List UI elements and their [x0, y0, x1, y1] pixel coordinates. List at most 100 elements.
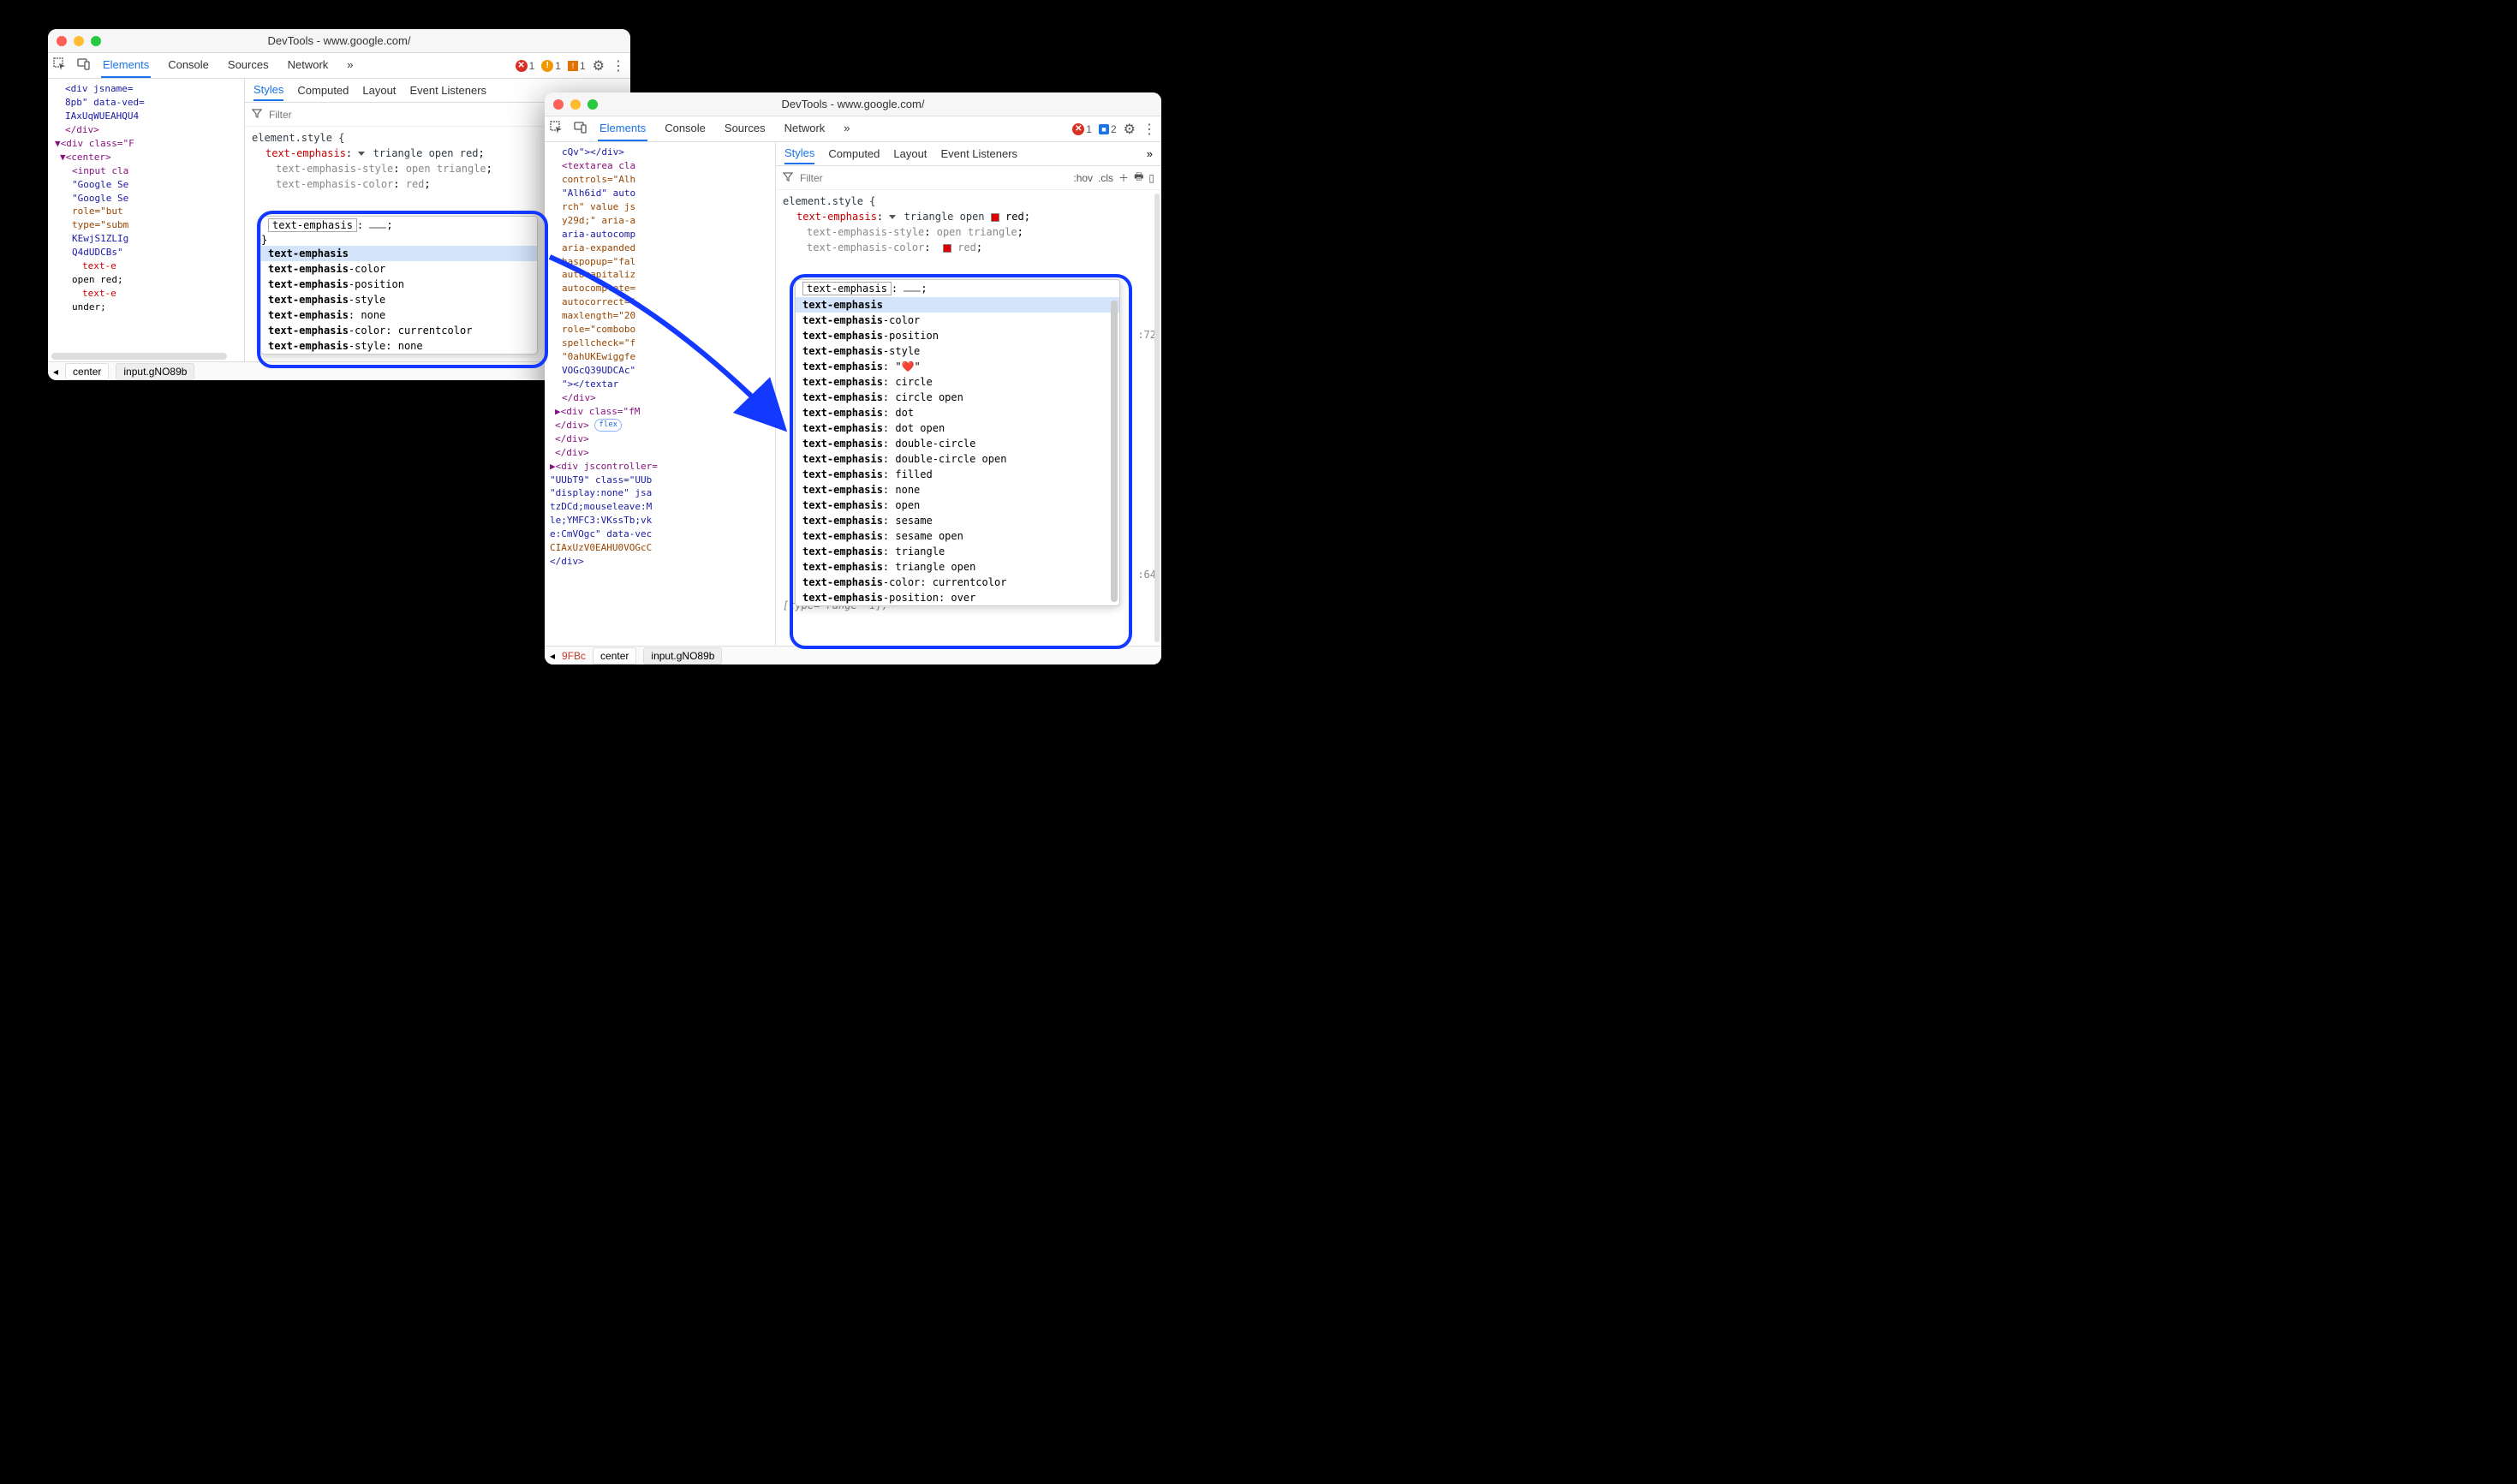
more-icon[interactable]: ⋮: [611, 57, 625, 74]
sub-tab-styles[interactable]: Styles: [784, 143, 814, 164]
autocomplete-item[interactable]: text-emphasis-style: none: [261, 338, 537, 354]
dom-line: ▶<div jscontroller=: [548, 460, 775, 474]
dom-line: tzDCd;mouseleave:M: [548, 500, 775, 514]
dom-line: <textarea cla: [548, 159, 775, 173]
dom-line: autocapitaliz: [548, 268, 775, 282]
css-property-input[interactable]: text-emphasis: ;: [796, 280, 1119, 297]
settings-icon[interactable]: ⚙: [1124, 121, 1136, 138]
more-icon[interactable]: ⋮: [1142, 121, 1156, 138]
css-property-input[interactable]: text-emphasis: ;: [261, 217, 537, 234]
dom-line: aria-autocomp: [548, 228, 775, 241]
autocomplete-item[interactable]: text-emphasis-position: over: [796, 590, 1119, 605]
autocomplete-item[interactable]: text-emphasis: circle: [796, 374, 1119, 390]
autocomplete-item[interactable]: text-emphasis: double-circle: [796, 436, 1119, 451]
styles-sub-tabs: Styles Computed Layout Event Listeners »: [776, 142, 1161, 166]
sub-tab-computed[interactable]: Computed: [297, 80, 349, 100]
autocomplete-item[interactable]: text-emphasis: [796, 297, 1119, 313]
sub-tab-layout[interactable]: Layout: [893, 144, 927, 164]
dom-line: cQv"></div>: [548, 146, 775, 159]
autocomplete-popup-1: text-emphasis: ; } text-emphasistext-emp…: [260, 216, 538, 355]
tab-console[interactable]: Console: [663, 116, 707, 141]
autocomplete-item[interactable]: text-emphasis: circle open: [796, 390, 1119, 405]
crumb-prev-icon[interactable]: ◂: [53, 366, 58, 378]
errors-badge[interactable]: ✕1: [516, 60, 535, 72]
dom-line: </div>: [548, 391, 775, 405]
inspect-icon[interactable]: [550, 121, 564, 137]
autocomplete-item[interactable]: text-emphasis: sesame open: [796, 528, 1119, 544]
autocomplete-item[interactable]: text-emphasis-color: currentcolor: [261, 323, 537, 338]
tab-sources[interactable]: Sources: [723, 116, 767, 141]
autocomplete-item[interactable]: text-emphasis: triangle: [796, 544, 1119, 559]
tab-elements[interactable]: Elements: [598, 116, 647, 141]
sub-tabs-overflow-icon[interactable]: »: [1147, 147, 1153, 160]
autocomplete-item[interactable]: text-emphasis: "❤️": [796, 359, 1119, 374]
autocomplete-item[interactable]: text-emphasis-style: [796, 343, 1119, 359]
autocomplete-item[interactable]: text-emphasis: none: [796, 482, 1119, 498]
autocomplete-item[interactable]: text-emphasis-color: currentcolor: [796, 575, 1119, 590]
autocomplete-item[interactable]: text-emphasis-color: [796, 313, 1119, 328]
tab-network[interactable]: Network: [286, 53, 331, 78]
crumb-prev-icon[interactable]: ◂: [550, 650, 555, 662]
autocomplete-item[interactable]: text-emphasis: double-circle open: [796, 451, 1119, 467]
crumb-center[interactable]: center: [593, 647, 636, 665]
color-swatch-icon[interactable]: [991, 213, 999, 222]
autocomplete-item[interactable]: text-emphasis: dot: [796, 405, 1119, 420]
autocomplete-item[interactable]: text-emphasis-position: [796, 328, 1119, 343]
tabs-overflow-icon[interactable]: »: [842, 116, 851, 141]
autocomplete-item[interactable]: text-emphasis: filled: [796, 467, 1119, 482]
dom-line: </div>: [548, 446, 775, 460]
autocomplete-item[interactable]: text-emphasis: open: [796, 498, 1119, 513]
crumb-input[interactable]: input.gNO89b: [116, 363, 194, 380]
dom-line: "></textar: [548, 378, 775, 391]
crumb-item[interactable]: 9FBc: [562, 650, 586, 662]
sub-tab-computed[interactable]: Computed: [828, 144, 880, 164]
settings-icon[interactable]: ⚙: [593, 57, 605, 74]
cls-button[interactable]: .cls: [1098, 172, 1113, 184]
sub-tab-layout[interactable]: Layout: [362, 80, 396, 100]
autocomplete-item[interactable]: text-emphasis-style: [261, 292, 537, 307]
flex-badge[interactable]: flex: [594, 419, 622, 432]
tab-network[interactable]: Network: [783, 116, 827, 141]
dom-tree[interactable]: cQv"></div><textarea clacontrols="Alh"Al…: [545, 142, 776, 646]
errors-badge[interactable]: ✕1: [1072, 123, 1092, 135]
tab-elements[interactable]: Elements: [101, 53, 151, 78]
autocomplete-item[interactable]: text-emphasis-position: [261, 277, 537, 292]
filter-input[interactable]: [269, 109, 546, 121]
inspect-icon[interactable]: [53, 57, 67, 74]
dom-line: e:CmVOgc" data-vec: [548, 527, 775, 541]
autocomplete-item[interactable]: text-emphasis: triangle open: [796, 559, 1119, 575]
issues-badge[interactable]: !1: [568, 60, 586, 72]
expand-icon[interactable]: [889, 215, 896, 219]
autocomplete-item[interactable]: text-emphasis: none: [261, 307, 537, 323]
info-badge[interactable]: ■2: [1099, 123, 1117, 135]
sub-tab-listeners[interactable]: Event Listeners: [409, 80, 486, 100]
warnings-badge[interactable]: !1: [541, 60, 561, 72]
crumb-center[interactable]: center: [65, 363, 109, 380]
sub-tab-listeners[interactable]: Event Listeners: [940, 144, 1017, 164]
tab-console[interactable]: Console: [166, 53, 211, 78]
v-scrollbar[interactable]: [1154, 194, 1160, 642]
device-icon[interactable]: [574, 121, 587, 137]
device-icon[interactable]: [77, 57, 91, 74]
tabs-overflow-icon[interactable]: »: [345, 53, 355, 78]
dom-tree[interactable]: <div jsname= 8pb" data-ved= IAxUqWUEAHQU…: [48, 79, 245, 361]
expand-icon[interactable]: [358, 152, 365, 156]
filter-input[interactable]: [800, 172, 1066, 184]
h-scrollbar[interactable]: [51, 353, 227, 360]
computed-toggle-icon[interactable]: ▯: [1148, 172, 1154, 184]
sub-tab-styles[interactable]: Styles: [253, 80, 283, 101]
window-title: DevTools - www.google.com/: [48, 34, 630, 47]
autocomplete-item[interactable]: text-emphasis: sesame: [796, 513, 1119, 528]
new-rule-icon[interactable]: ＋: [1118, 170, 1129, 185]
dom-line: "display:none" jsa: [548, 486, 775, 500]
autocomplete-item[interactable]: text-emphasis-color: [261, 261, 537, 277]
tab-sources[interactable]: Sources: [226, 53, 271, 78]
crumb-input[interactable]: input.gNO89b: [643, 647, 722, 665]
color-swatch-icon[interactable]: [943, 244, 951, 253]
v-scrollbar[interactable]: [1111, 301, 1118, 602]
devtools-window-1: DevTools - www.google.com/ Elements Cons…: [48, 29, 630, 380]
copy-styles-icon[interactable]: 🖶: [1134, 169, 1143, 187]
autocomplete-item[interactable]: text-emphasis: [261, 246, 537, 261]
autocomplete-item[interactable]: text-emphasis: dot open: [796, 420, 1119, 436]
hov-button[interactable]: :hov: [1073, 172, 1093, 184]
